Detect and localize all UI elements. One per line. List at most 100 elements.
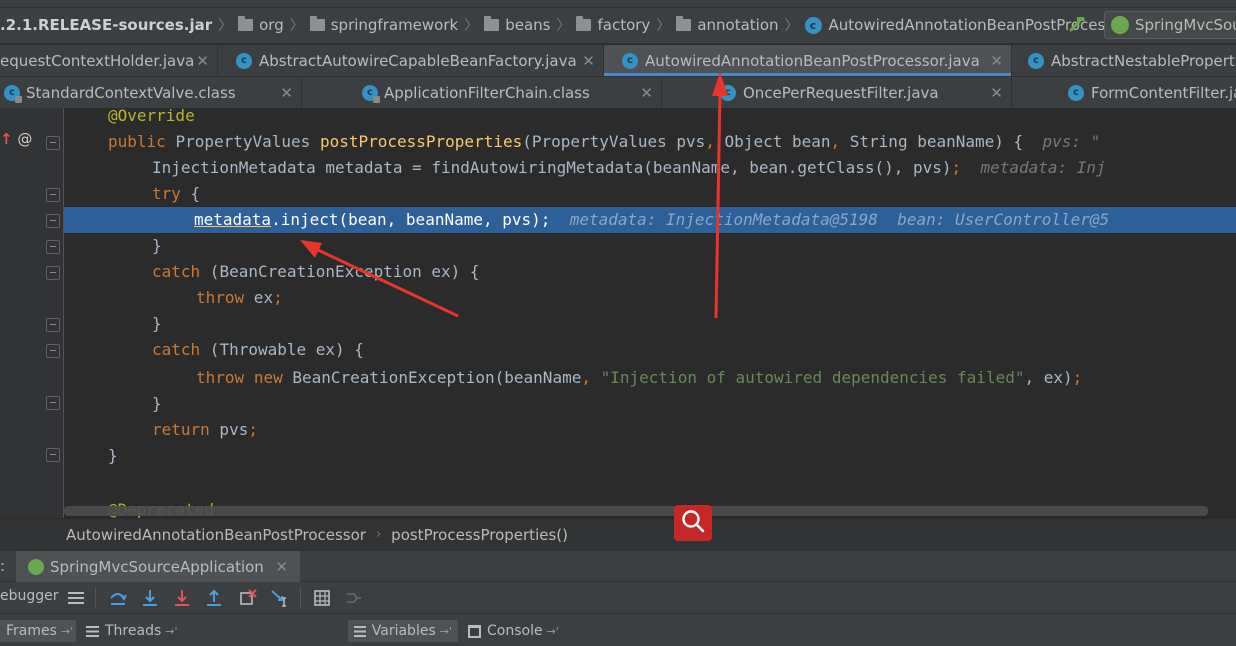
fold-icon[interactable] [46,136,60,150]
code-type: PropertyValues [175,132,311,151]
code-line: public PropertyValues postProcessPropert… [108,129,1236,155]
editor-breadcrumb-method[interactable]: postProcessProperties() [391,526,568,544]
evaluate-expression-icon[interactable] [310,586,334,610]
breadcrumb-item-org[interactable]: org [238,16,284,34]
tab-label: AbstractAutowireCapableBeanFactory.java [259,51,577,70]
tab-once-per-request-filter[interactable]: c OncePerRequestFilter.java ✕ [662,77,1012,108]
step-out-icon[interactable] [202,586,226,610]
tab-variables[interactable]: Variables →' [348,620,458,642]
code-annotation: @Override [108,108,195,125]
fold-icon[interactable] [46,396,60,410]
breadcrumb-item-annotation[interactable]: annotation [676,16,779,34]
code-text: .inject(bean, beanName, pvs) [271,210,541,229]
tab-threads[interactable]: Threads →' [80,620,184,642]
step-over-icon[interactable] [106,586,130,610]
close-icon[interactable]: ✕ [280,84,293,102]
code-editor[interactable]: ↑ @ @Override public PropertyValues post… [0,108,1236,518]
breadcrumb-item-springframework[interactable]: springframework [309,16,458,34]
fold-icon[interactable] [46,188,60,202]
code-text: } [152,314,162,333]
breadcrumb-separator: 〉 [556,18,571,34]
editor-gutter[interactable]: ↑ @ [0,108,64,518]
run-to-cursor-icon[interactable] [268,586,292,610]
window-top-strip [0,0,1236,8]
code-line: catch (BeanCreationException ex) { [152,259,1236,285]
fold-icon[interactable] [46,266,60,280]
close-icon[interactable]: ✕ [582,52,595,70]
class-file-icon: c [362,84,380,103]
toolbar-separator [95,588,96,608]
tab-console[interactable]: Console →' [462,620,566,642]
code-keyword: catch [152,262,201,281]
code-variable[interactable]: metadata [194,210,271,229]
code-line: try { [152,181,1236,207]
console-icon [468,624,481,638]
code-keyword: catch [152,340,201,359]
breadcrumb-item-beans[interactable]: beans [484,16,550,34]
list-icon [354,625,366,637]
close-icon[interactable]: ✕ [640,84,653,102]
current-execution-line[interactable]: metadata.inject(bean, beanName, pvs); me… [64,207,1236,233]
class-icon: c [720,84,736,101]
drop-frame-icon[interactable] [236,586,260,610]
tab-frames[interactable]: Frames →' [0,620,76,642]
menu-icon[interactable] [64,586,88,610]
tab-autowired-annotation-bean-post-processor[interactable]: c AutowiredAnnotationBeanPostProcessor.j… [604,45,1012,76]
tab-label: Console [487,623,543,639]
code-text: String beanName) { [840,132,1024,151]
horizontal-scrollbar[interactable] [64,506,1208,516]
folder-icon [238,16,254,31]
tab-spring-mvc-source-application[interactable]: SpringMvcSourceApplication ✕ [16,551,300,582]
code-line: } [152,311,1236,337]
breadcrumb-separator: 〉 [289,18,304,34]
code-text: Object bean [714,132,831,151]
code-line: } [108,443,1236,469]
code-punct: ; [540,210,551,229]
code-punct: ; [273,288,283,307]
fold-icon[interactable] [46,214,60,228]
hammer-icon[interactable] [1068,14,1088,34]
code-punct: , [581,368,591,387]
code-content[interactable]: @Override public PropertyValues postProc… [64,108,1236,518]
code-line: catch (Throwable ex) { [152,337,1236,363]
tab-abstract-nestable-property[interactable]: c AbstractNestablePropert [1012,45,1236,76]
fold-icon[interactable] [46,448,60,462]
tab-label: AbstractNestablePropert [1051,51,1235,70]
code-punct: , [705,132,715,151]
search-button[interactable] [674,505,712,541]
editor-breadcrumb-class[interactable]: AutowiredAnnotationBeanPostProcessor [66,526,366,544]
debugger-tab-label[interactable]: ebugger [0,588,59,604]
class-icon: c [1068,84,1084,101]
override-marker[interactable]: ↑ @ [0,130,32,148]
pin-icon[interactable]: →' [165,625,177,638]
tab-standard-context-valve[interactable]: c StandardContextValve.class ✕ [0,77,302,108]
pin-icon[interactable]: →' [547,625,559,638]
console-icon-inner [470,627,479,636]
close-icon[interactable]: ✕ [275,558,288,576]
code-keyword: new [253,368,283,387]
code-text: (PropertyValues pvs [522,132,706,151]
tab-abstract-autowire-capable-bean-factory[interactable]: c AbstractAutowireCapableBeanFactory.jav… [218,45,604,76]
debug-session-tabs: : SpringMvcSourceApplication ✕ [0,550,1236,582]
close-icon[interactable]: ✕ [990,52,1003,70]
override-marker-label: @ [17,130,33,148]
class-file-icon: c [4,84,22,103]
code-text: } [152,236,162,255]
breadcrumb-item-jar[interactable]: .2.1.RELEASE-sources.jar [0,16,212,34]
breadcrumb-item-factory[interactable]: factory [576,16,650,34]
pin-icon[interactable]: →' [61,625,73,638]
fold-icon[interactable] [46,240,60,254]
tab-form-content-filter[interactable]: c FormContentFilter.ja [1012,77,1236,108]
force-step-into-icon[interactable] [170,586,194,610]
pin-icon[interactable]: →' [440,625,452,638]
fold-icon[interactable] [46,318,60,332]
close-icon[interactable]: ✕ [990,84,1003,102]
code-keyword: throw [196,368,245,387]
debugger-toolbar: ebugger [0,582,1236,614]
fold-icon[interactable] [46,344,60,358]
close-icon[interactable]: ✕ [196,52,209,70]
run-configuration-select[interactable]: SpringMvcSou [1104,11,1236,39]
tab-request-context-holder[interactable]: equestContextHolder.java ✕ [0,45,218,76]
tab-application-filter-chain[interactable]: c ApplicationFilterChain.class ✕ [302,77,662,108]
step-into-icon[interactable] [138,586,162,610]
